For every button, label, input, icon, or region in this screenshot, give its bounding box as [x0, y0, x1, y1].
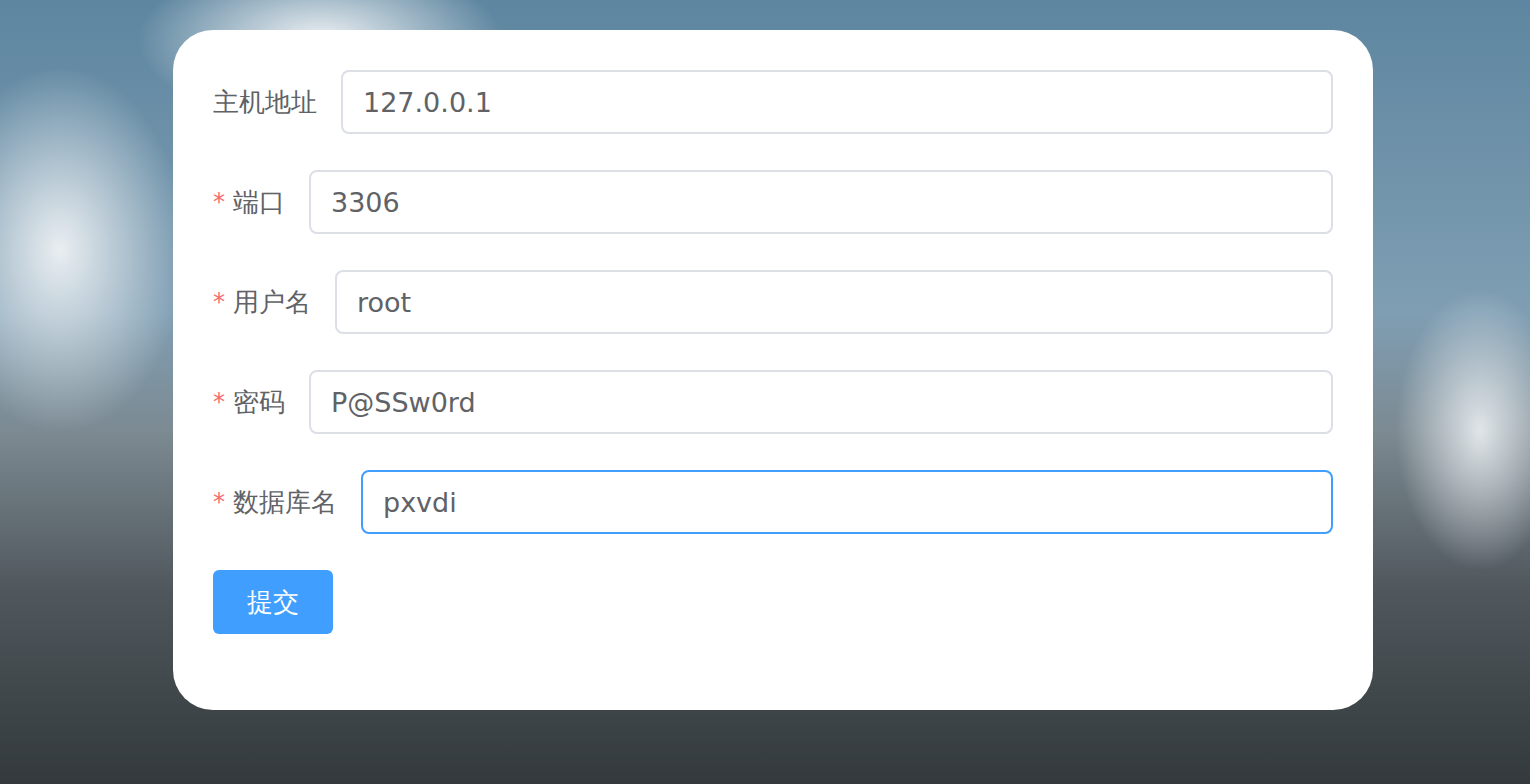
field-label: *密码	[213, 385, 285, 420]
required-mark: *	[213, 188, 225, 216]
text-input[interactable]	[341, 70, 1333, 134]
form-row: 主机地址	[213, 70, 1333, 134]
form-row: *密码	[213, 370, 1333, 434]
required-mark: *	[213, 488, 225, 516]
text-input[interactable]	[335, 270, 1333, 334]
text-input[interactable]	[309, 170, 1333, 234]
db-config-card: 主机地址 *端口 *用户名 *密码 *数据库名提交	[173, 30, 1373, 710]
required-mark: *	[213, 288, 225, 316]
required-mark: *	[213, 388, 225, 416]
field-label: *数据库名	[213, 485, 337, 520]
form-actions: 提交	[213, 570, 1333, 634]
text-input[interactable]	[361, 470, 1333, 534]
field-label: *端口	[213, 185, 285, 220]
form-row: *端口	[213, 170, 1333, 234]
field-label: *用户名	[213, 285, 311, 320]
background-photo: 主机地址 *端口 *用户名 *密码 *数据库名提交	[0, 0, 1530, 784]
field-label: 主机地址	[213, 85, 317, 120]
submit-button[interactable]: 提交	[213, 570, 333, 634]
form-row: *数据库名	[213, 470, 1333, 534]
form-row: *用户名	[213, 270, 1333, 334]
text-input[interactable]	[309, 370, 1333, 434]
